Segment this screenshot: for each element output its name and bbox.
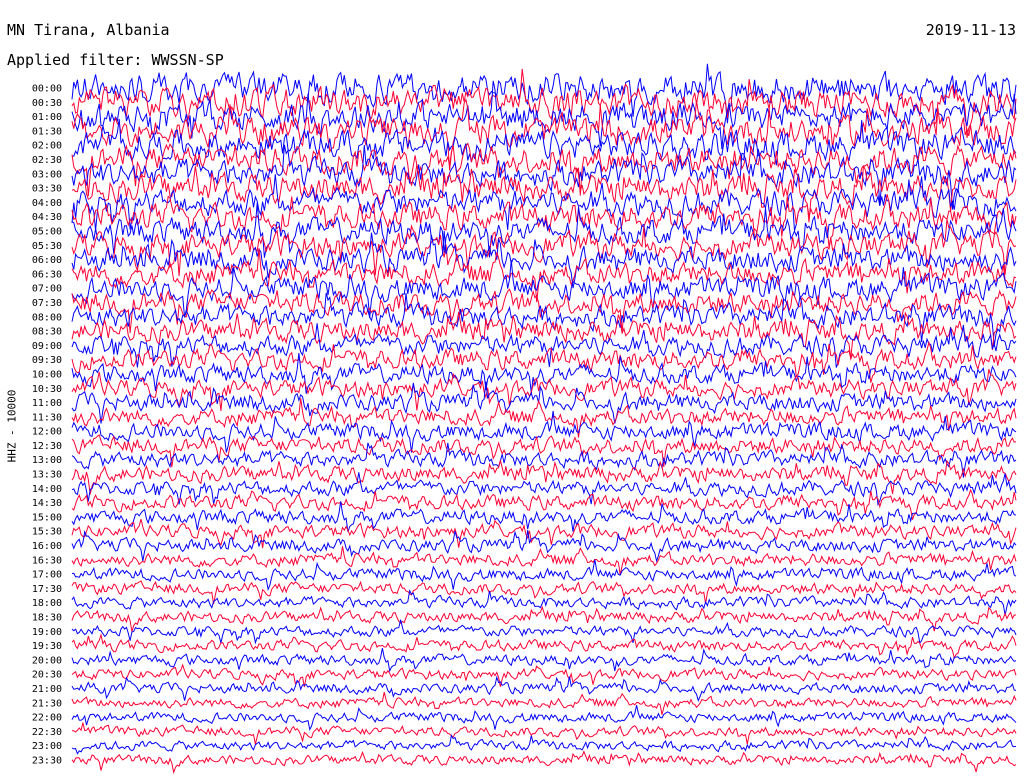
- time-tick-label: 04:00: [32, 198, 62, 209]
- seismic-trace: [71, 648, 1017, 673]
- seismic-trace: [71, 734, 1017, 755]
- time-tick-label: 01:30: [32, 126, 62, 137]
- seismic-trace: [71, 605, 1017, 632]
- time-tick-label: 05:30: [32, 241, 62, 252]
- time-tick-label: 12:30: [32, 441, 62, 452]
- seismic-trace: [71, 501, 1017, 532]
- time-tick-label: 13:00: [32, 455, 62, 466]
- time-tick-label: 18:00: [32, 598, 62, 609]
- time-tick-label: 14:30: [32, 498, 62, 509]
- seismic-trace: [71, 633, 1017, 660]
- time-tick-label: 13:30: [32, 470, 62, 481]
- time-tick-label: 09:30: [32, 355, 62, 366]
- seismic-trace: [71, 488, 1017, 520]
- time-tick-label: 21:00: [32, 684, 62, 695]
- time-tick-label: 03:00: [32, 169, 62, 180]
- seismic-trace: [72, 722, 1017, 745]
- seismic-trace: [71, 705, 1017, 731]
- seismic-trace: [71, 559, 1017, 592]
- seismic-trace: [71, 691, 1017, 715]
- time-tick-label: 23:30: [32, 756, 62, 767]
- seismic-trace: [71, 675, 1017, 702]
- time-tick-label: 20:00: [32, 655, 62, 666]
- time-tick-label: 22:00: [32, 713, 62, 724]
- time-tick-label: 12:00: [32, 427, 62, 438]
- seismic-trace: [71, 219, 1017, 277]
- time-tick-label: 14:00: [32, 484, 62, 495]
- time-tick-label: 01:00: [32, 112, 62, 123]
- seismic-trace: [71, 63, 1017, 124]
- seismic-trace: [71, 68, 1017, 138]
- seismic-trace: [71, 750, 1017, 775]
- time-tick-label: 17:30: [32, 584, 62, 595]
- time-tick-label: 00:30: [32, 98, 62, 109]
- time-tick-label: 03:30: [32, 184, 62, 195]
- time-tick-label: 18:30: [32, 613, 62, 624]
- time-tick-label: 21:30: [32, 698, 62, 709]
- time-tick-label: 02:00: [32, 141, 62, 152]
- time-tick-label: 06:00: [32, 255, 62, 266]
- time-tick-label: 15:30: [32, 527, 62, 538]
- time-tick-label: 10:00: [32, 369, 62, 380]
- time-tick-label: 04:30: [32, 212, 62, 223]
- time-tick-label: 07:00: [32, 284, 62, 295]
- time-tick-label: 00:00: [32, 84, 62, 95]
- seismic-trace: [71, 663, 1017, 688]
- time-tick-label: 22:30: [32, 727, 62, 738]
- time-tick-label: 15:00: [32, 512, 62, 523]
- time-tick-label: 19:30: [32, 641, 62, 652]
- time-tick-label: 20:30: [32, 670, 62, 681]
- time-tick-label: 09:00: [32, 341, 62, 352]
- time-tick-label: 02:30: [32, 155, 62, 166]
- time-tick-label: 17:00: [32, 570, 62, 581]
- time-tick-label: 23:00: [32, 741, 62, 752]
- time-tick-label: 08:30: [32, 327, 62, 338]
- time-tick-label: 06:30: [32, 269, 62, 280]
- seismic-trace: [71, 259, 1017, 318]
- time-tick-label: 07:30: [32, 298, 62, 309]
- time-tick-label: 16:00: [32, 541, 62, 552]
- time-tick-label: 16:30: [32, 555, 62, 566]
- seismic-trace: [71, 619, 1017, 645]
- time-tick-label: 05:00: [32, 226, 62, 237]
- time-tick-label: 11:00: [32, 398, 62, 409]
- helicorder-chart: MN Tirana, Albania 2019-11-13 Applied fi…: [0, 0, 1024, 780]
- time-tick-label: 08:00: [32, 312, 62, 323]
- time-tick-label: 11:30: [32, 412, 62, 423]
- time-tick-label: 19:00: [32, 627, 62, 638]
- time-tick-label: 10:30: [32, 384, 62, 395]
- seismogram-plot: 00:00 00:30 01:00 01:30 02:00 02:30 03:00 03:30…: [32, 63, 1017, 775]
